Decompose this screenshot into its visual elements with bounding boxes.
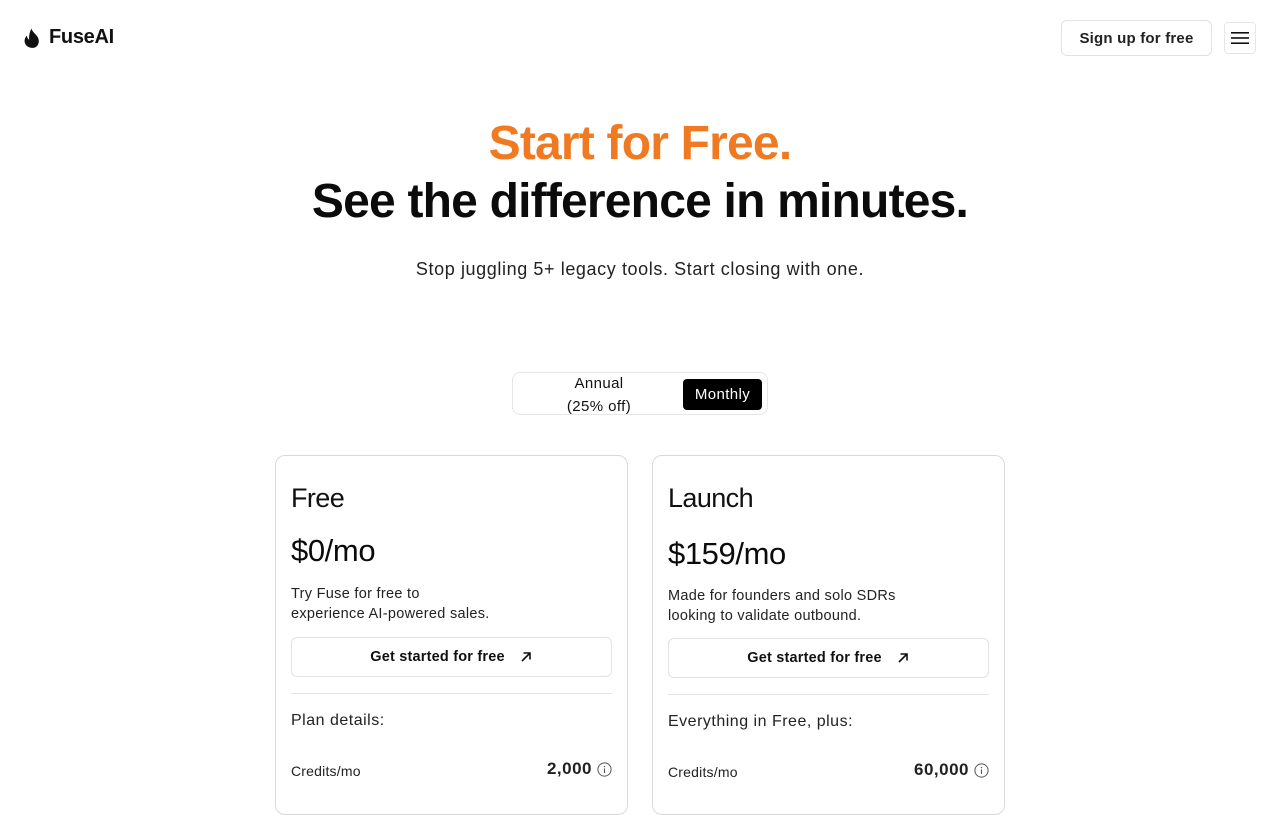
plan-card-free: Free $0/mo Try Fuse for free to experien… — [275, 455, 628, 815]
info-icon[interactable] — [974, 763, 989, 778]
signup-button[interactable]: Sign up for free — [1061, 20, 1212, 56]
toggle-monthly[interactable]: Monthly — [683, 379, 762, 410]
brand-name: FuseAI — [49, 26, 114, 48]
get-started-label: Get started for free — [747, 650, 882, 666]
toggle-annual-label: Annual — [574, 374, 624, 392]
credits-label: Credits/mo — [291, 763, 361, 779]
get-started-button[interactable]: Get started for free — [668, 638, 989, 678]
get-started-button[interactable]: Get started for free — [291, 637, 612, 677]
menu-button[interactable] — [1224, 22, 1256, 54]
plan-description-line: Try Fuse for free to — [291, 586, 420, 602]
site-header: FuseAI Sign up for free — [0, 0, 1280, 76]
arrow-up-right-icon — [896, 651, 910, 665]
plan-price: $0/mo — [291, 533, 376, 568]
plan-description: Made for founders and solo SDRs looking … — [668, 586, 908, 626]
credits-value: 60,000 — [914, 760, 969, 779]
hero-title: See the difference in minutes. — [311, 175, 969, 228]
plan-name: Free — [291, 483, 345, 513]
plan-card-launch: Launch $159/mo Made for founders and sol… — [652, 455, 1005, 815]
divider — [668, 694, 989, 695]
plan-price: $159/mo — [668, 536, 786, 571]
hamburger-menu-icon — [1231, 32, 1249, 44]
flame-icon — [23, 28, 41, 48]
credits-row: Credits/mo 2,000 — [291, 759, 612, 781]
plan-description-line: Made for founders and solo SDRs — [668, 588, 896, 604]
plan-description-line: experience AI-powered sales. — [291, 606, 490, 622]
credits-label: Credits/mo — [668, 764, 738, 780]
divider — [291, 693, 612, 694]
get-started-label: Get started for free — [370, 649, 505, 665]
toggle-annual[interactable]: Annual (25% off) — [513, 373, 685, 416]
toggle-annual-discount: (25% off) — [566, 397, 632, 415]
plan-description: Try Fuse for free to experience AI-power… — [291, 584, 531, 624]
billing-toggle: Annual (25% off) Monthly — [512, 372, 768, 415]
arrow-up-right-icon — [519, 650, 533, 664]
hero-subtitle: Stop juggling 5+ legacy tools. Start clo… — [415, 259, 865, 279]
brand-logo[interactable]: FuseAI — [23, 26, 114, 49]
plan-details-heading: Everything in Free, plus: — [668, 713, 854, 730]
info-icon[interactable] — [597, 762, 612, 777]
credits-row: Credits/mo 60,000 — [668, 760, 989, 782]
plan-name: Launch — [668, 483, 754, 513]
plan-description-line: looking to validate outbound. — [668, 608, 862, 624]
hero-title-accent: Start for Free. — [488, 117, 793, 170]
credits-value: 2,000 — [546, 759, 592, 778]
plan-details-heading: Plan details: — [291, 712, 385, 729]
